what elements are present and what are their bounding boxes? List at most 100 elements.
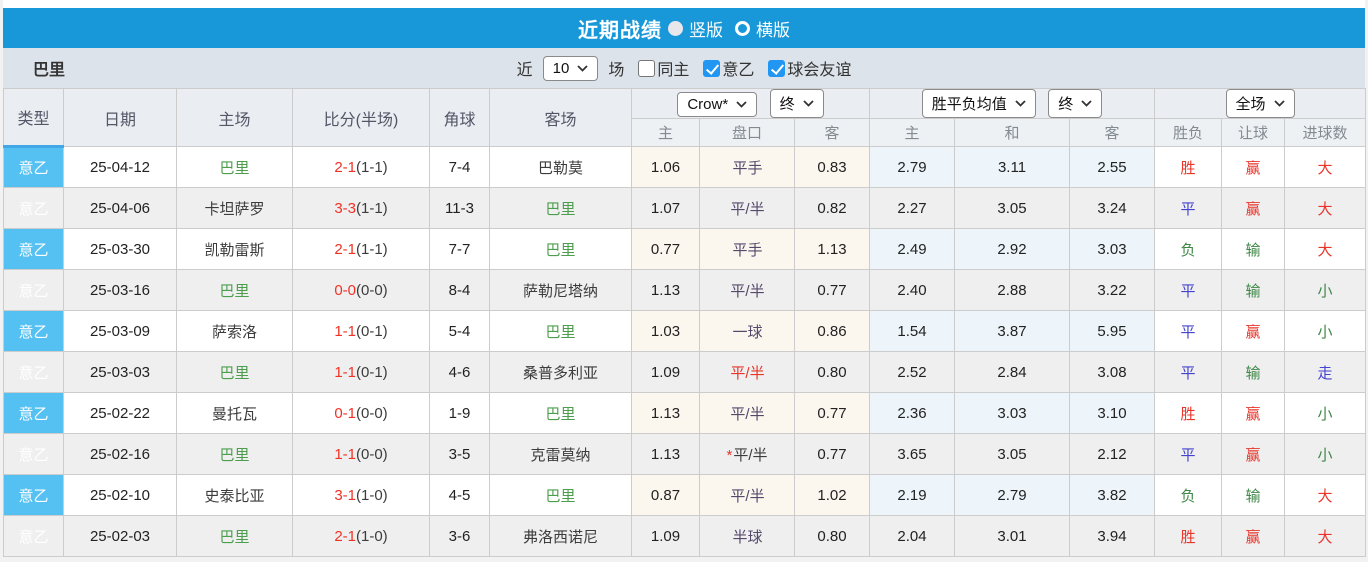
cell-date: 25-03-09: [63, 310, 177, 352]
cell-home-team[interactable]: 巴里: [176, 433, 293, 475]
cell-home-team[interactable]: 卡坦萨罗: [176, 187, 293, 229]
cell-result-wdl: 负: [1154, 228, 1223, 270]
cell-handicap-away-odds: 0.77: [793, 269, 871, 311]
cell-result-goals: 小: [1284, 269, 1367, 311]
cell-home-team[interactable]: 巴里: [176, 269, 293, 311]
header-date: 日期: [63, 88, 177, 147]
chevron-down-icon: [803, 100, 814, 107]
chevron-down-icon: [1081, 100, 1092, 107]
table-row: 意乙 25-02-22 曼托瓦 0-1(0-0) 1-9 巴里 1.13 平/半…: [3, 392, 1367, 434]
cell-odds-away: 3.94: [1069, 515, 1156, 557]
cell-away-team[interactable]: 巴里: [489, 187, 632, 229]
cell-odds-away: 3.10: [1069, 392, 1156, 434]
cell-odds-draw: 3.05: [954, 433, 1071, 475]
handicap-time-select[interactable]: 终: [769, 89, 824, 118]
page-title: 近期战绩: [578, 19, 662, 42]
cell-handicap-home-odds: 0.77: [631, 228, 700, 270]
cell-handicap-away-odds: 0.80: [793, 351, 871, 393]
subheader-handicap-home: 主: [631, 118, 700, 147]
cell-handicap-home-odds: 1.13: [631, 392, 700, 434]
cell-home-team[interactable]: 巴里: [176, 515, 293, 557]
table-row: 意乙 25-04-06 卡坦萨罗 3-3(1-1) 11-3 巴里 1.07 平…: [3, 187, 1367, 229]
subheader-odds-home: 主: [869, 118, 956, 147]
cell-handicap-line: 平手: [699, 146, 795, 188]
cell-odds-draw: 3.11: [954, 146, 1071, 188]
league-badge: 意乙: [3, 392, 64, 434]
cell-away-team[interactable]: 巴里: [489, 392, 632, 434]
cell-handicap-home-odds: 1.09: [631, 515, 700, 557]
cell-home-team[interactable]: 萨索洛: [176, 310, 293, 352]
radio-horizontal-layout[interactable]: [735, 20, 750, 36]
cell-home-team[interactable]: 巴里: [176, 351, 293, 393]
cell-away-team[interactable]: 桑普多利亚: [489, 351, 632, 393]
header-group-handicap: Crow* 终: [630, 88, 871, 119]
cell-away-team[interactable]: 弗洛西诺尼: [489, 515, 632, 557]
bookmaker-select[interactable]: Crow*: [677, 92, 758, 117]
cell-corners: 8-4: [429, 269, 490, 311]
radio-horizontal-label[interactable]: 横版: [756, 16, 790, 41]
radio-vertical-layout[interactable]: [668, 20, 683, 36]
cell-odds-home: 3.65: [869, 433, 956, 475]
cell-result-handicap: 输: [1221, 269, 1286, 311]
results-table: 类型 日期 主场 比分(半场) 角球 客场 Crow* 终 胜平负均值 终 全场…: [3, 88, 1367, 557]
cell-corners: 11-3: [429, 187, 490, 229]
odds-time-value: 终: [1058, 96, 1074, 113]
cell-handicap-line: 半球: [699, 515, 795, 557]
cell-handicap-home-odds: 1.03: [631, 310, 700, 352]
cell-odds-draw: 2.92: [954, 228, 1071, 270]
same-home-checkbox[interactable]: [638, 59, 656, 77]
odds-time-select[interactable]: 终: [1048, 89, 1103, 118]
cell-odds-draw: 3.05: [954, 187, 1071, 229]
league-badge: 意乙: [3, 146, 64, 188]
subheader-odds-away: 客: [1069, 118, 1156, 147]
cell-away-team[interactable]: 巴里: [489, 228, 632, 270]
cell-handicap-line: 一球: [699, 310, 795, 352]
cell-away-team[interactable]: 巴里: [489, 310, 632, 352]
league-badge: 意乙: [3, 187, 64, 229]
cell-odds-draw: 2.88: [954, 269, 1071, 311]
radio-vertical-label[interactable]: 竖版: [689, 16, 723, 41]
cell-score: 1-1(0-1): [292, 310, 430, 352]
recent-count-select[interactable]: 10: [542, 55, 599, 81]
cell-result-handicap: 赢: [1221, 146, 1286, 188]
cell-handicap-away-odds: 1.02: [793, 474, 871, 516]
cell-handicap-away-odds: 0.83: [793, 146, 871, 188]
cell-odds-draw: 3.01: [954, 515, 1071, 557]
cell-handicap-home-odds: 1.09: [631, 351, 700, 393]
cell-score: 3-3(1-1): [292, 187, 430, 229]
league-checkbox[interactable]: [703, 59, 721, 77]
cell-home-team[interactable]: 曼托瓦: [176, 392, 293, 434]
header-type: 类型: [3, 88, 64, 148]
cell-corners: 3-5: [429, 433, 490, 475]
cell-result-handicap: 输: [1221, 228, 1286, 270]
cell-away-team[interactable]: 巴里: [489, 474, 632, 516]
league-label: 意乙: [722, 62, 755, 79]
friendly-label: 球会友谊: [787, 62, 852, 79]
bookmaker-value: Crow*: [687, 96, 729, 113]
cell-corners: 3-6: [429, 515, 490, 557]
cell-result-handicap: 输: [1221, 351, 1286, 393]
cell-result-wdl: 平: [1154, 351, 1223, 393]
cell-odds-away: 3.24: [1069, 187, 1156, 229]
cell-score: 2-1(1-1): [292, 146, 430, 188]
cell-handicap-home-odds: 1.07: [631, 187, 700, 229]
cell-home-team[interactable]: 史泰比亚: [176, 474, 293, 516]
cell-handicap-line: 平/半: [699, 351, 795, 393]
fulltime-value: 全场: [1235, 96, 1266, 113]
cell-score: 0-0(0-0): [292, 269, 430, 311]
friendly-checkbox[interactable]: [768, 59, 786, 77]
fulltime-select[interactable]: 全场: [1225, 89, 1295, 118]
cell-date: 25-02-03: [63, 515, 177, 557]
cell-handicap-line: 平/半: [699, 187, 795, 229]
cell-away-team[interactable]: 克雷莫纳: [489, 433, 632, 475]
cell-result-goals: 小: [1284, 392, 1367, 434]
odds-type-select[interactable]: 胜平负均值: [921, 89, 1036, 118]
cell-away-team[interactable]: 巴勒莫: [489, 146, 632, 188]
cell-odds-home: 2.19: [869, 474, 956, 516]
cell-away-team[interactable]: 萨勒尼塔纳: [489, 269, 632, 311]
cell-home-team[interactable]: 巴里: [176, 146, 293, 188]
table-row: 意乙 25-02-03 巴里 2-1(1-0) 3-6 弗洛西诺尼 1.09 半…: [3, 515, 1367, 557]
league-badge: 意乙: [3, 228, 64, 270]
cell-home-team[interactable]: 凯勒雷斯: [176, 228, 293, 270]
chevron-down-icon: [1273, 100, 1285, 107]
